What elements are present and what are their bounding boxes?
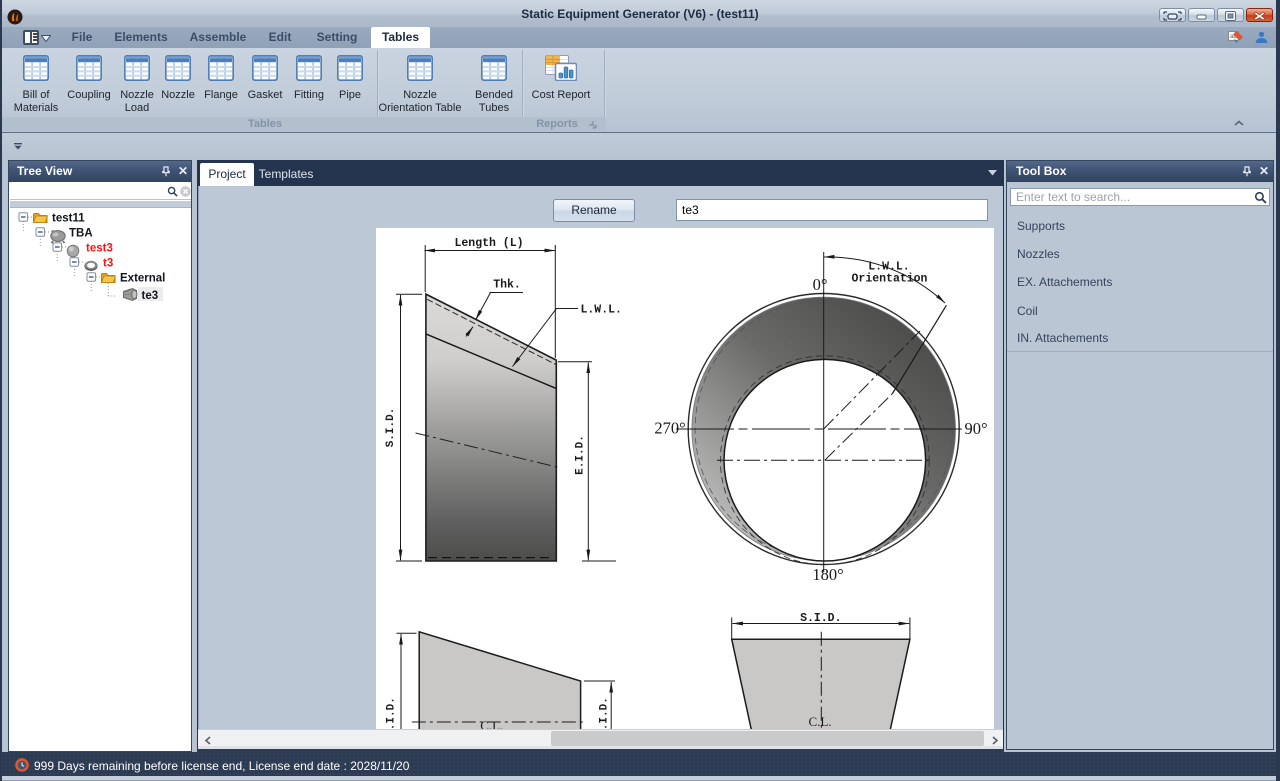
svg-text:t3: t3 <box>103 258 113 270</box>
svg-text:E.I.D.: E.I.D. <box>575 435 587 475</box>
svg-text:S.I.D.: S.I.D. <box>385 408 397 448</box>
svg-text:S.I.D.: S.I.D. <box>386 697 398 729</box>
svg-text:180°: 180° <box>812 565 843 584</box>
svg-text:L.W.L.: L.W.L. <box>581 304 622 317</box>
svg-text:Thk.: Thk. <box>493 279 521 292</box>
svg-text:External: External <box>120 273 165 285</box>
svg-text:Orientation: Orientation <box>852 273 928 286</box>
svg-text:C.L.: C.L. <box>808 714 831 729</box>
svg-text:270°: 270° <box>654 419 685 438</box>
svg-text:TBA: TBA <box>69 228 93 240</box>
svg-text:test11: test11 <box>52 213 85 225</box>
svg-text:E.I.D.: E.I.D. <box>599 697 611 729</box>
svg-text:0°: 0° <box>813 275 828 294</box>
svg-text:te3: te3 <box>142 290 159 302</box>
svg-text:C.L.: C.L. <box>480 718 503 729</box>
svg-text:90°: 90° <box>964 419 987 438</box>
svg-text:Length (L): Length (L) <box>454 237 523 250</box>
svg-text:S.I.D.: S.I.D. <box>800 612 841 625</box>
svg-text:test3: test3 <box>86 243 113 255</box>
